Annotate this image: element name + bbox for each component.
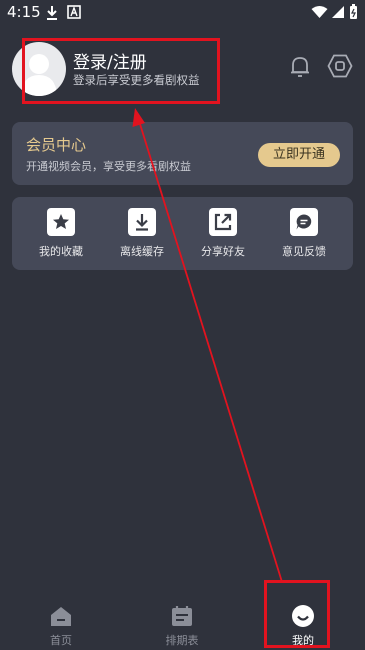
annotation-arrow <box>132 108 283 583</box>
